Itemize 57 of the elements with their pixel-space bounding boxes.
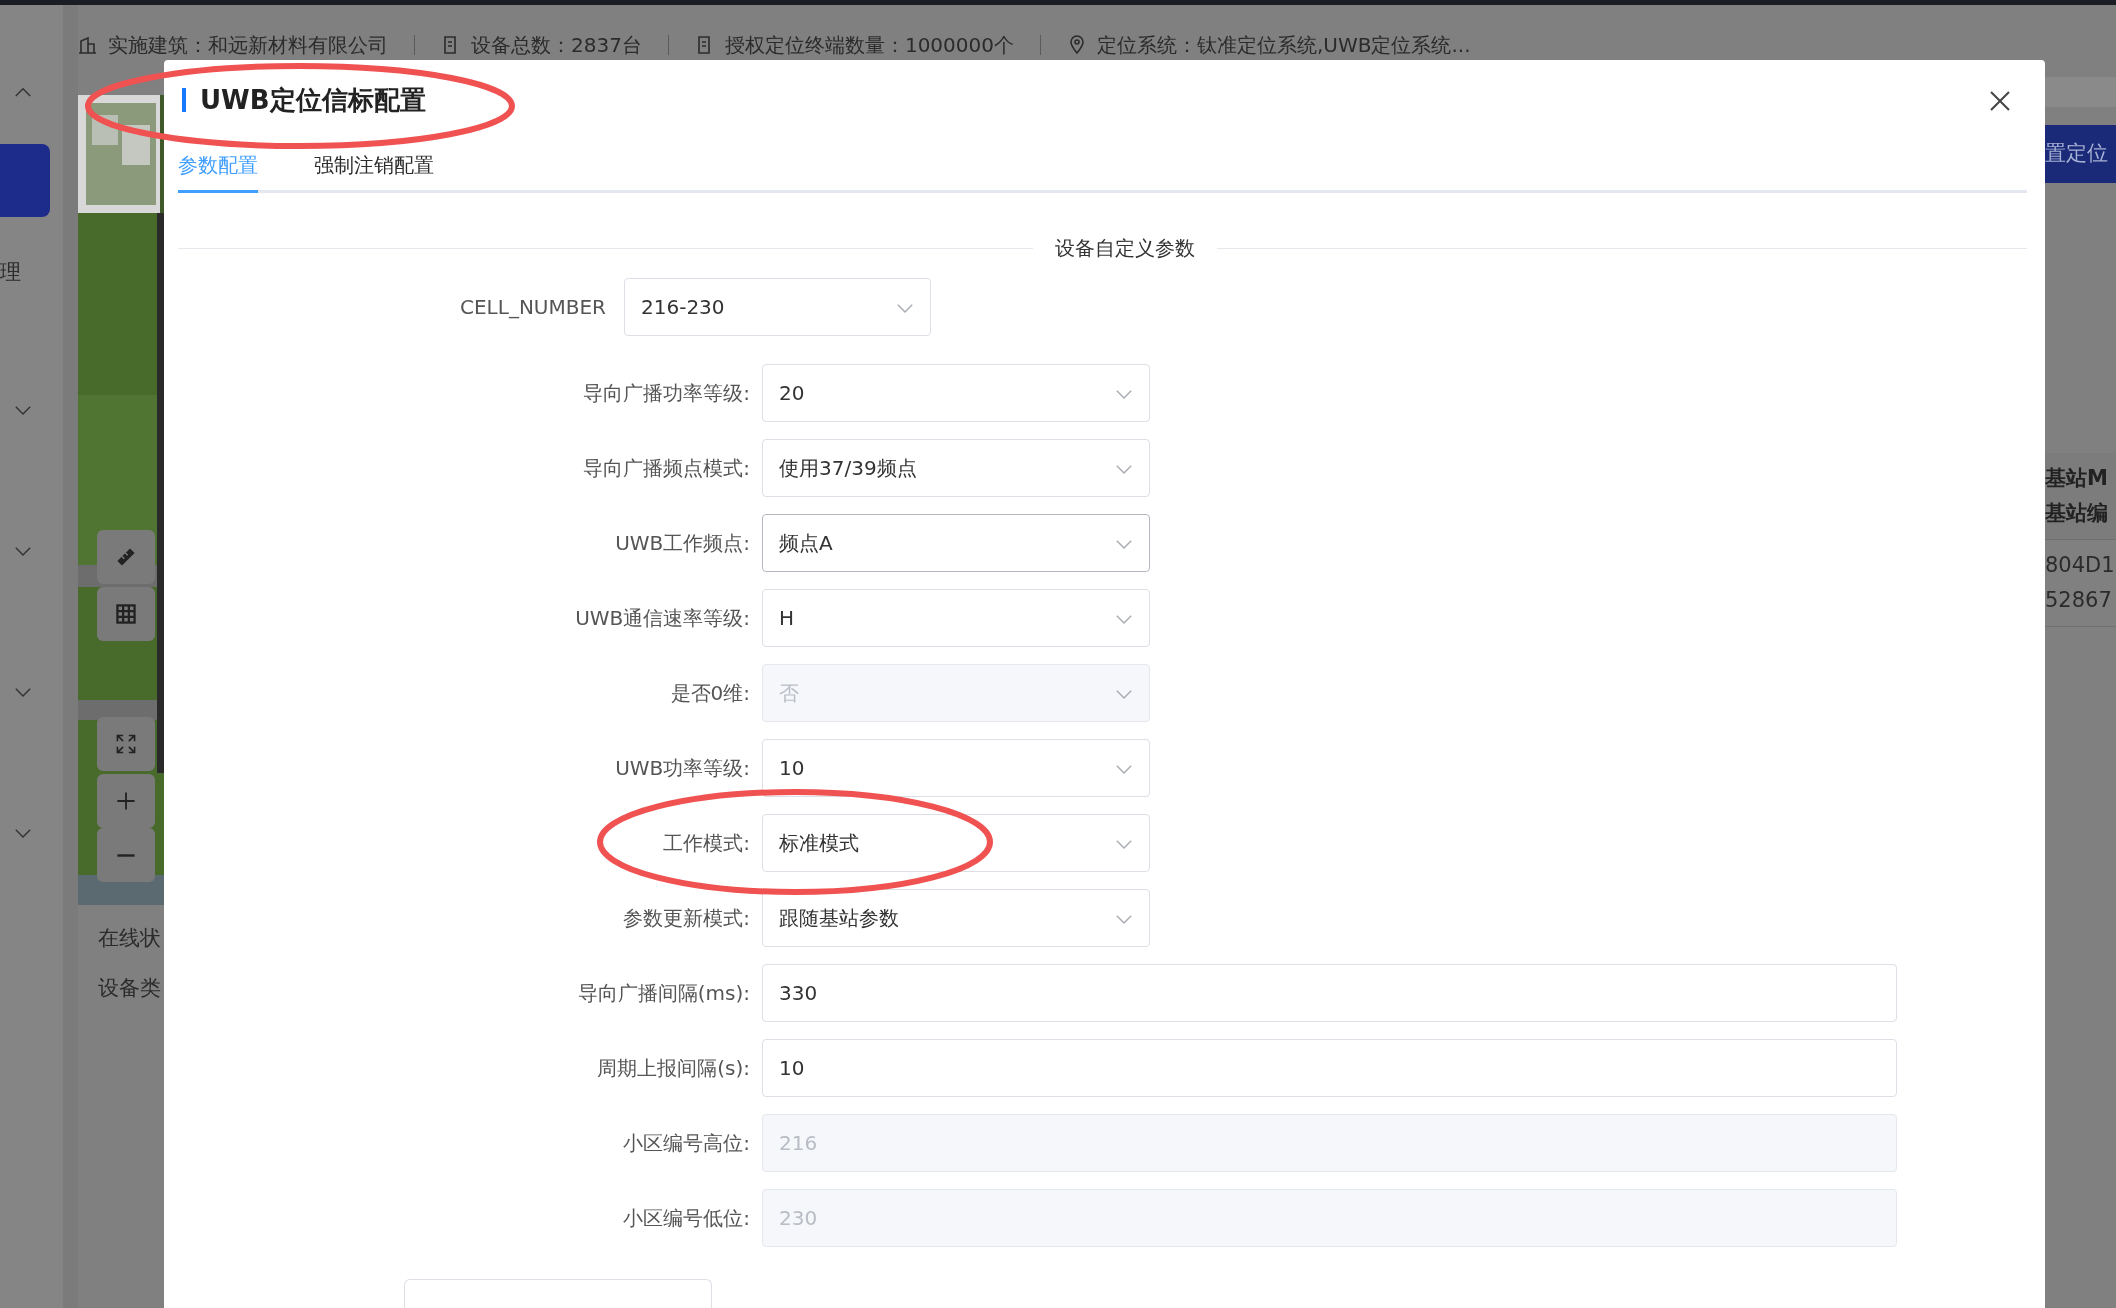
- input-field[interactable]: 10: [762, 1039, 1897, 1097]
- field-label: 小区编号高位:: [623, 1130, 750, 1157]
- field-label: UWB通信速率等级:: [575, 605, 750, 632]
- caret-icon: [1115, 614, 1133, 625]
- table-header: 基站M 基站编: [2045, 453, 2116, 539]
- zoom-out-icon: [114, 853, 138, 857]
- section-title: 设备自定义参数: [1055, 235, 1195, 262]
- header-bar: [2045, 77, 2116, 107]
- building-icon: [78, 35, 98, 55]
- field-label: CELL_NUMBER: [460, 294, 606, 321]
- select-field[interactable]: 10: [762, 739, 1150, 797]
- detail-label: 在线状: [97, 925, 162, 952]
- select-field[interactable]: H: [762, 589, 1150, 647]
- zoom-in-icon: [114, 789, 138, 813]
- map-tool-button[interactable]: [97, 717, 155, 771]
- grid-icon: [114, 602, 138, 626]
- select-field[interactable]: 跟随基站参数: [762, 889, 1150, 947]
- select-field[interactable]: 20: [762, 364, 1150, 422]
- location-pin-icon: [1067, 35, 1087, 55]
- caret-icon: [1115, 764, 1133, 775]
- field-label: 是否0维:: [670, 680, 750, 707]
- caret-icon: [1115, 839, 1133, 850]
- info-text: 设备总数：2837台: [471, 32, 642, 59]
- field-label: 导向广播间隔(ms):: [577, 980, 750, 1007]
- select-field[interactable]: 标准模式: [762, 814, 1150, 872]
- field-label: 参数更新模式:: [623, 905, 750, 932]
- select-field[interactable]: 频点A: [762, 514, 1150, 572]
- title-accent-bar: [182, 88, 186, 112]
- field-label: 周期上报间隔(s):: [597, 1055, 750, 1082]
- field-label: 小区编号低位:: [623, 1205, 750, 1232]
- info-text: 实施建筑：和远新材料有限公司: [108, 32, 388, 59]
- map-tool-button[interactable]: [97, 774, 155, 828]
- input-field[interactable]: 330: [762, 964, 1897, 1022]
- map-tool-button[interactable]: [97, 530, 155, 584]
- field-label: 工作模式:: [663, 830, 750, 857]
- menu-item[interactable]: 理: [0, 260, 21, 284]
- field-label: 导向广播功率等级:: [583, 380, 750, 407]
- caret-icon: [1115, 539, 1133, 550]
- select-field[interactable]: 216-230: [624, 278, 931, 336]
- info-text: 授权定位终端数量：1000000个: [724, 32, 1014, 59]
- tab[interactable]: 强制注销配置: [314, 150, 434, 193]
- field-label: UWB功率等级:: [615, 755, 750, 782]
- select-field[interactable]: 使用37/39频点: [762, 439, 1150, 497]
- caret-icon: [1115, 914, 1133, 925]
- dialog-title: UWB定位信标配置: [200, 83, 426, 117]
- field-label: UWB工作频点:: [615, 530, 750, 557]
- field-label: 导向广播频点模式:: [583, 455, 750, 482]
- fullscreen-icon: [114, 732, 138, 756]
- info-text: 定位系统：钛准定位系统,UWB定位系统...: [1097, 32, 1471, 59]
- caret-icon: [1115, 389, 1133, 400]
- map-tool-button[interactable]: [97, 587, 155, 641]
- caret-icon: [1115, 464, 1133, 475]
- caret-icon: [896, 303, 914, 314]
- caret-icon: [1115, 689, 1133, 700]
- config-button[interactable]: 置定位: [2045, 125, 2116, 183]
- close-icon: [1989, 90, 2011, 112]
- detail-label: 设备类: [97, 974, 162, 1002]
